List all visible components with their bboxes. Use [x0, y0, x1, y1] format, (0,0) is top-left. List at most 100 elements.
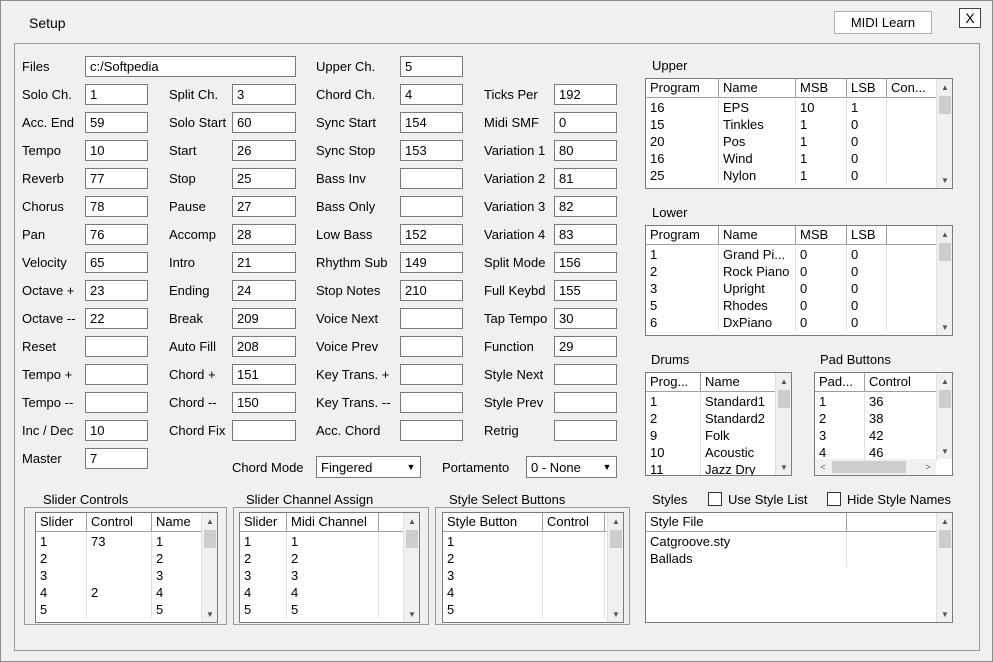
- portamento-select[interactable]: 0 - None ▼: [526, 456, 617, 478]
- vertical-scrollbar[interactable]: ▲ ▼: [607, 513, 623, 622]
- table-row[interactable]: 3 42: [815, 427, 937, 444]
- tempo-field[interactable]: 10: [85, 140, 148, 161]
- key-trans-field[interactable]: [400, 392, 463, 413]
- bass-inv-field[interactable]: [400, 168, 463, 189]
- pad-buttons-table[interactable]: Pad... Control 1 36 2 38 3 42 4 46 ▲ ▼ < >: [814, 372, 953, 476]
- scroll-thumb[interactable]: [406, 530, 418, 548]
- use-style-list-checkbox[interactable]: [708, 492, 722, 506]
- vertical-scrollbar[interactable]: ▲ ▼: [936, 226, 952, 335]
- style-next-field[interactable]: [554, 364, 617, 385]
- variation-2-field[interactable]: 81: [554, 168, 617, 189]
- variation-4-field[interactable]: 83: [554, 224, 617, 245]
- solo-start-field[interactable]: 60: [232, 112, 296, 133]
- close-button[interactable]: X: [959, 8, 981, 28]
- pan-field[interactable]: 76: [85, 224, 148, 245]
- column-header[interactable]: Program: [646, 79, 719, 98]
- scroll-up-icon[interactable]: ▲: [937, 79, 952, 95]
- column-header[interactable]: MSB: [796, 79, 847, 98]
- ending-field[interactable]: 24: [232, 280, 296, 301]
- chevron-down-icon[interactable]: ▼: [598, 457, 616, 477]
- start-field[interactable]: 26: [232, 140, 296, 161]
- column-header[interactable]: Program: [646, 226, 719, 245]
- scroll-up-icon[interactable]: ▲: [608, 513, 623, 529]
- column-header[interactable]: Midi Channel: [287, 513, 379, 532]
- column-header[interactable]: [847, 513, 937, 532]
- scroll-down-icon[interactable]: ▼: [776, 459, 791, 475]
- table-row[interactable]: 5 Rhodes 0 0: [646, 297, 937, 314]
- table-row[interactable]: 424: [36, 584, 202, 601]
- vertical-scrollbar[interactable]: ▲ ▼: [201, 513, 217, 622]
- column-header[interactable]: Pad...: [815, 373, 865, 392]
- table-row[interactable]: 2 Rock Piano 0 0: [646, 263, 937, 280]
- column-header[interactable]: MSB: [796, 226, 847, 245]
- scroll-up-icon[interactable]: ▲: [937, 513, 952, 529]
- chord-fix-field[interactable]: [232, 420, 296, 441]
- scroll-thumb[interactable]: [939, 530, 951, 548]
- vertical-scrollbar[interactable]: ▲ ▼: [936, 79, 952, 188]
- full-keybd-field[interactable]: 155: [554, 280, 617, 301]
- function-field[interactable]: 29: [554, 336, 617, 357]
- chord-mode-select[interactable]: Fingered ▼: [316, 456, 421, 478]
- intro-field[interactable]: 21: [232, 252, 296, 273]
- sync-start-field[interactable]: 154: [400, 112, 463, 133]
- scroll-down-icon[interactable]: ▼: [937, 319, 952, 335]
- chevron-down-icon[interactable]: ▼: [402, 457, 420, 477]
- table-row[interactable]: 33: [240, 567, 405, 584]
- column-header[interactable]: Prog...: [646, 373, 701, 392]
- scroll-thumb[interactable]: [204, 530, 216, 548]
- ticks-per-field[interactable]: 192: [554, 84, 617, 105]
- column-header[interactable]: LSB: [847, 226, 887, 245]
- table-row[interactable]: 2 Standard2: [646, 410, 776, 427]
- voice-prev-field[interactable]: [400, 336, 463, 357]
- table-row[interactable]: 33: [36, 567, 202, 584]
- table-row[interactable]: 1 36: [815, 393, 937, 410]
- pause-field[interactable]: 27: [232, 196, 296, 217]
- master-field[interactable]: 7: [85, 448, 148, 469]
- break-field[interactable]: 209: [232, 308, 296, 329]
- table-row[interactable]: 2: [443, 550, 614, 567]
- column-header[interactable]: Con...: [887, 79, 937, 98]
- solo-ch-field[interactable]: 1: [85, 84, 148, 105]
- column-header[interactable]: Style File: [646, 513, 847, 532]
- chorus-field[interactable]: 78: [85, 196, 148, 217]
- scroll-down-icon[interactable]: ▼: [937, 172, 952, 188]
- scroll-down-icon[interactable]: ▼: [937, 443, 952, 459]
- auto-fill-field[interactable]: 208: [232, 336, 296, 357]
- scroll-up-icon[interactable]: ▲: [202, 513, 217, 529]
- scroll-up-icon[interactable]: ▲: [937, 373, 952, 389]
- horizontal-scrollbar[interactable]: < >: [815, 459, 936, 475]
- scroll-down-icon[interactable]: ▼: [937, 606, 952, 622]
- scroll-thumb[interactable]: [832, 461, 906, 473]
- table-row[interactable]: 25 Nylon 1 0: [646, 167, 937, 184]
- midi-learn-button[interactable]: MIDI Learn: [834, 11, 932, 34]
- chord-field[interactable]: 151: [232, 364, 296, 385]
- reverb-field[interactable]: 77: [85, 168, 148, 189]
- table-row[interactable]: Catgroove.sty: [646, 533, 937, 550]
- table-row[interactable]: 6 DxPiano 0 0: [646, 314, 937, 331]
- table-row[interactable]: 11: [240, 533, 405, 550]
- column-header[interactable]: Control: [865, 373, 937, 392]
- table-row[interactable]: 44: [240, 584, 405, 601]
- column-header[interactable]: Slider: [240, 513, 287, 532]
- scroll-down-icon[interactable]: ▼: [608, 606, 623, 622]
- chord-ch-field[interactable]: 4: [400, 84, 463, 105]
- upper-ch-field[interactable]: 5: [400, 56, 463, 77]
- scroll-right-icon[interactable]: >: [920, 459, 936, 475]
- column-header[interactable]: Slider: [36, 513, 87, 532]
- voice-next-field[interactable]: [400, 308, 463, 329]
- vertical-scrollbar[interactable]: ▲ ▼: [775, 373, 791, 475]
- velocity-field[interactable]: 65: [85, 252, 148, 273]
- styles-table[interactable]: Style File Catgroove.sty Ballads ▲ ▼: [645, 512, 953, 623]
- key-trans-field[interactable]: [400, 364, 463, 385]
- column-header[interactable]: Name: [152, 513, 202, 532]
- reset-field[interactable]: [85, 336, 148, 357]
- accomp-field[interactable]: 28: [232, 224, 296, 245]
- column-header[interactable]: Style Button: [443, 513, 543, 532]
- table-row[interactable]: 3: [443, 567, 614, 584]
- acc-chord-field[interactable]: [400, 420, 463, 441]
- table-row[interactable]: 1: [443, 533, 614, 550]
- table-row[interactable]: 55: [240, 601, 405, 618]
- table-row[interactable]: 9 Folk: [646, 427, 776, 444]
- acc-end-field[interactable]: 59: [85, 112, 148, 133]
- midi-smf-field[interactable]: 0: [554, 112, 617, 133]
